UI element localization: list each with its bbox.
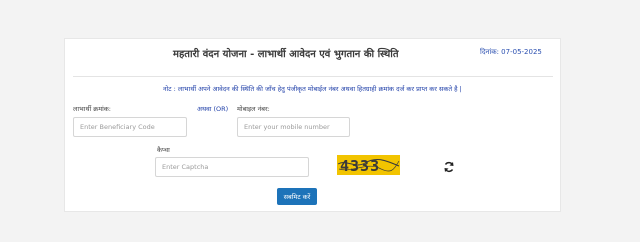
current-date: दिनांक: 07-05-2025 [480,48,542,56]
mobile-number-input[interactable] [237,117,350,137]
captcha-image: 4333 [337,155,400,175]
page-title: महतारी वंदन योजना - लाभार्थी आवेदन एवं भ… [173,49,399,60]
status-check-card: महतारी वंदन योजना - लाभार्थी आवेदन एवं भ… [64,38,561,212]
beneficiary-code-input[interactable] [73,117,187,137]
submit-button[interactable]: सबमिट करें [277,188,317,205]
header-divider [73,76,553,77]
refresh-icon[interactable] [443,158,455,173]
captcha-input[interactable] [155,157,309,177]
captcha-label: कैप्चा [157,146,170,154]
info-note: नोट : लाभार्थी अपने आवेदन की स्थिति की ज… [163,85,462,93]
captcha-graphic: 4333 [337,157,400,175]
beneficiary-label: लाभार्थी क्रमांक: [73,105,111,113]
mobile-label: मोबाइल नंबर: [237,105,270,113]
or-separator: अथवा (OR) [197,105,229,113]
